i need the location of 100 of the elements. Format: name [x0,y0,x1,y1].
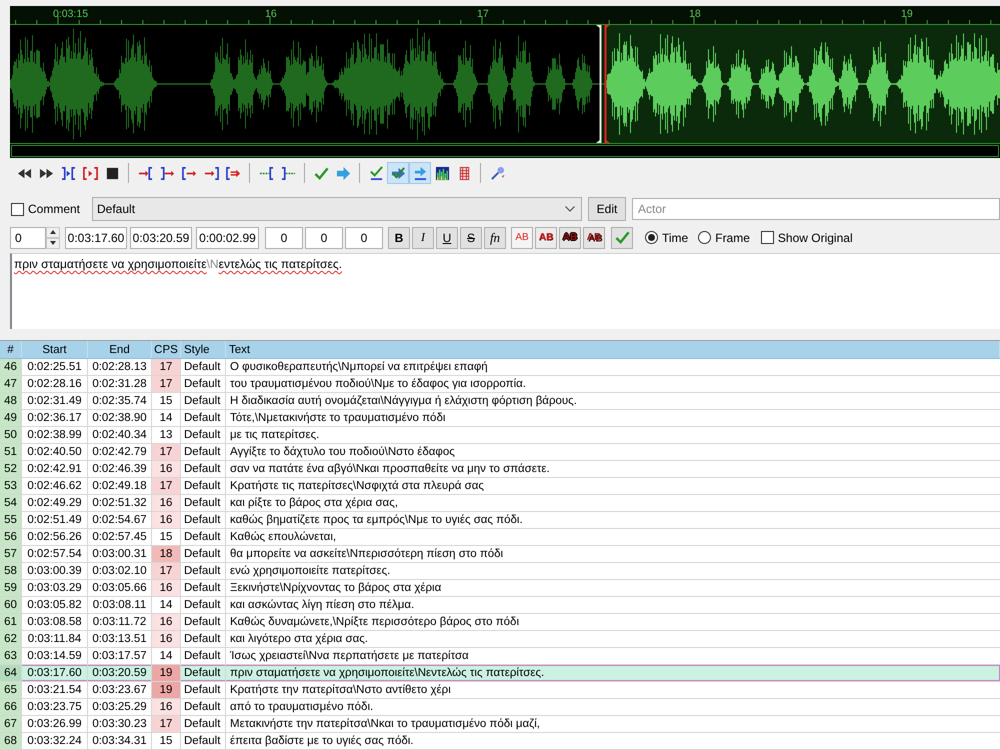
radio-button[interactable] [645,231,658,244]
cps-value: 16 [152,495,181,511]
cps-value: 17 [152,359,181,375]
style-name: Default [181,461,226,477]
subtitle-row[interactable]: 46 0:02:25.51 0:02:28.13 17 Default Ο φυσικοθεραπευτής\Nμπορεί να επιτρέψει επαφή [0,359,1000,376]
start-time: 0:02:57.54 [22,546,88,562]
format-button[interactable]: B [388,226,410,248]
line-number: 52 [0,461,22,477]
subtitle-text: Καθώς επουλώνεται, [229,530,338,545]
style-name: Default [181,665,226,681]
color-button[interactable]: AB [511,226,533,248]
line-number: 68 [0,733,22,749]
subtitle-row[interactable]: 53 0:02:46.62 0:02:49.18 17 Default Κρατήστε τις πατερίτσες\Nσφιχτά στα πλευρά σας [0,478,1000,495]
column-header[interactable]: End [88,341,152,358]
spin-up-button[interactable] [46,226,60,238]
column-header[interactable]: # [0,341,22,358]
style-name: Default [181,580,226,596]
style-name: Default [181,393,226,409]
format-button[interactable]: fn [484,226,506,248]
margin-field[interactable]: 0 [265,226,303,248]
subtitle-row[interactable]: 54 0:02:49.29 0:02:51.32 16 Default και ρίξτε το βάρος στα χέρια σας, [0,495,1000,512]
column-header[interactable]: Text [226,341,1000,358]
subtitle-row[interactable]: 58 0:03:00.39 0:03:02.10 17 Default ενώ χρησιμοποιείτε πατερίτσες. [0,563,1000,580]
margin-field[interactable]: 0 [305,226,343,248]
layer-field[interactable]: 0 [10,226,46,248]
selection-start-marker[interactable] [596,25,602,143]
subtitle-row[interactable]: 64 0:03:17.60 0:03:20.59 19 Default πριν σταματήσετε να χρησιμοποιείτε\Nεντελώς τις πατερίτσες. [0,665,1000,682]
subtitle-text: Μετακινήστε την πατερίτσα\Nκαι το τραυματισμένο πόδι μαζί, [229,717,541,732]
subtitle-row[interactable]: 56 0:02:56.26 0:02:57.45 15 Default Καθώς επουλώνεται, [0,529,1000,546]
line-number: 64 [0,665,22,681]
start-time-field[interactable]: 0:03:17.60 [65,226,127,248]
show-original-label: Show Original [778,230,853,244]
subtitle-row[interactable]: 47 0:02:28.16 0:02:31.28 17 Default του τραυματισμένου ποδιού\Nμε το έδαφος για ισορροπία. [0,376,1000,393]
subtitle-row[interactable]: 67 0:03:26.99 0:03:30.23 17 Default Μετακινήστε την πατερίτσα\Nκαι το τραυματισμένο πόδι μαζί, [0,716,1000,733]
subtitle-row[interactable]: 60 0:03:05.82 0:03:08.11 14 Default και ασκώντας λίγη πίεση στο πέλμα. [0,597,1000,614]
subtitle-row[interactable]: 50 0:02:38.99 0:02:40.34 13 Default με τις πατερίτσες. [0,427,1000,444]
comment-checkbox[interactable] [11,202,24,216]
color-button[interactable]: AB [583,226,605,248]
line-number: 49 [0,410,22,426]
subtitle-row[interactable]: 49 0:02:36.17 0:02:38.90 14 Default Τότε,\Nμετακινήστε το τραυματισμένο πόδι [0,410,1000,427]
subtitle-row[interactable]: 51 0:02:40.50 0:02:42.79 17 Default Αγγίξτε το δάχτυλο του ποδιού\Nστο έδαφος [0,444,1000,461]
ruler-label: 18 [689,8,701,20]
start-time: 0:02:40.50 [22,444,88,460]
start-time: 0:03:11.84 [22,631,88,647]
commit-button[interactable] [611,226,633,248]
style-name: Default [181,648,226,664]
subtitle-row[interactable]: 59 0:03:03.29 0:03:05.66 16 Default Ξεκινήστε\Nρίχνοντας το βάρος στα χέρια [0,580,1000,597]
color-button[interactable]: AB [535,226,557,248]
format-button[interactable]: I [412,226,434,248]
line-number: 58 [0,563,22,579]
waveform-panel[interactable]: 0:03:15 16 17 18 19 [10,6,1000,158]
subtitle-text: θα μπορείτε να ασκείτε\Nπερισσότερη πίεση στο πόδι [229,547,504,562]
radio-button[interactable] [698,231,712,244]
bracket-line-icon [280,166,296,180]
cps-value: 17 [152,716,181,732]
subtitle-text-field[interactable]: πριν σταματήσετε να χρησιμοποιείτε\Nεντελώς τις πατερίτσες. [10,253,1000,329]
line-number: 48 [0,393,22,409]
subtitle-row[interactable]: 57 0:02:57.54 0:03:00.31 18 Default θα μπορείτε να ασκείτε\Nπερισσότερη πίεση στο πόδι [0,546,1000,563]
cps-value: 16 [152,580,181,596]
format-button[interactable]: S [460,226,482,248]
line-number: 56 [0,529,22,545]
color-button[interactable]: AB [559,226,581,248]
subtitle-row[interactable]: 52 0:02:42.91 0:02:46.39 16 Default σαν να πατάτε ένα αβγό\Nκαι προσπαθείτε να μην το σπάσετε. [0,461,1000,478]
style-dropdown[interactable]: Default [92,197,582,221]
boxed-play-icon [82,166,98,180]
subtitle-row[interactable]: 61 0:03:08.58 0:03:11.72 16 Default Καθώς δυναμώνετε,\Nρίξτε περισσότερο βάρος στο πόδι [0,614,1000,631]
show-original-checkbox[interactable] [760,231,774,244]
style-name: Default [181,682,226,698]
style-name: Default [181,733,226,749]
cps-value: 16 [152,461,181,477]
spin-down-button[interactable] [46,238,60,248]
subtitle-row[interactable]: 63 0:03:14.59 0:03:17.57 14 Default Ίσως χρειαστεί\Nνα περπατήσετε με πατερίτσα [0,648,1000,665]
start-time: 0:02:38.99 [22,427,88,443]
subtitle-row[interactable]: 65 0:03:21.54 0:03:23.67 19 Default Κρατήστε την πατερίτσα\Nστο αντίθετο χέρι [0,682,1000,699]
selection-end-marker[interactable] [604,25,610,143]
waveform-scrollbar[interactable] [11,145,999,157]
subtitle-text: έπειτα βαδίστε με το υγιές σας πόδι. [229,734,414,749]
style-name: Default [181,597,226,613]
cps-value: 18 [152,546,181,562]
subtitle-text: Ίσως χρειαστεί\Nνα περπατήσετε με πατερίτσα [228,649,470,664]
subtitle-row[interactable]: 55 0:02:51.49 0:02:54.67 16 Default καθώς βηματίζετε προς τα εμπρός\Nμε το υγιές σας πόδι. [0,512,1000,529]
margin-field[interactable]: 0 [345,226,383,248]
format-button[interactable]: U [436,226,458,248]
edit-button[interactable]: Edit [588,197,626,221]
start-time: 0:02:42.91 [22,461,88,477]
subtitle-row[interactable]: 66 0:03:23.75 0:03:25.29 16 Default από το τραυματισμένο πόδι. [0,699,1000,716]
end-time-field[interactable]: 0:03:20.59 [130,226,192,248]
column-header[interactable]: CPS [152,341,181,358]
column-header[interactable]: Start [22,341,88,358]
start-time: 0:03:14.59 [22,648,88,664]
subtitle-row[interactable]: 68 0:03:32.24 0:03:34.31 15 Default έπειτα βαδίστε με το υγιές σας πόδι. [0,733,1000,750]
subtitle-row[interactable]: 48 0:02:31.49 0:02:35.74 15 Default Η διαδικασία αυτή ονομάζεται\Nάγγιγμα ή ελάχιστη φόρτιση βάρους. [0,393,1000,410]
style-name: Default [181,563,226,579]
start-time: 0:02:49.29 [22,495,88,511]
start-time: 0:03:26.99 [22,716,88,732]
subtitle-row[interactable]: 62 0:03:11.84 0:03:13.51 16 Default και λιγότερο στα χέρια σας. [0,631,1000,648]
column-header[interactable]: Style [181,341,226,358]
start-time: 0:02:51.49 [22,512,88,528]
radio-label: Time [662,230,688,244]
duration-field[interactable]: 0:00:02.99 [196,226,259,248]
